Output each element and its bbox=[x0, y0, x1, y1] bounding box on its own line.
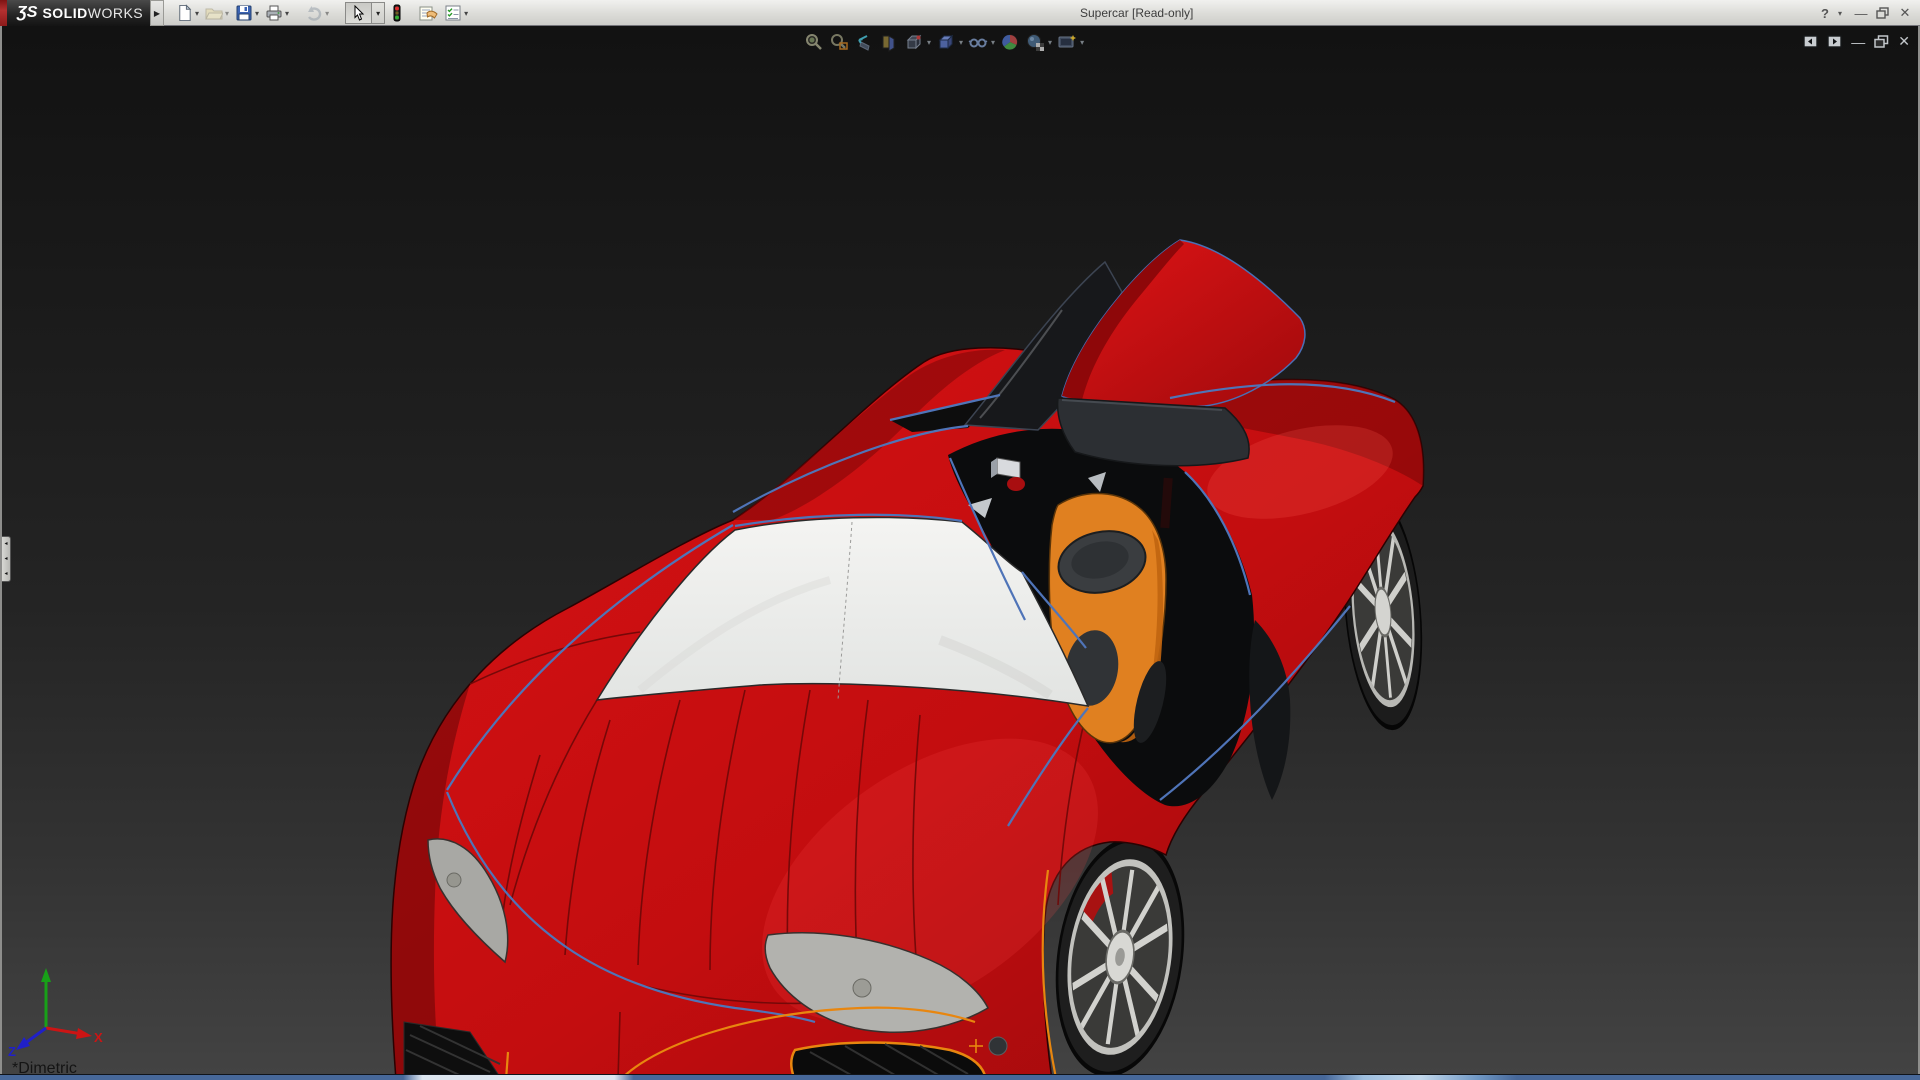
options-dropdown-caret[interactable]: ▾ bbox=[464, 9, 468, 18]
view-settings-icon bbox=[1058, 35, 1077, 48]
brand-red-strip bbox=[0, 0, 7, 26]
zoom-to-area-icon bbox=[831, 34, 848, 50]
feature-tree-collapsed-tab[interactable]: ◂ ◂ ◂ bbox=[2, 536, 11, 582]
headsup-view-toolbar: ▾ ▾ ▾ ▾ ▾ bbox=[804, 32, 1089, 52]
display-style-button[interactable]: ▾ bbox=[936, 32, 963, 52]
apply-scene-button[interactable]: ▾ bbox=[1025, 32, 1052, 52]
document-close-button[interactable]: ✕ bbox=[1898, 33, 1910, 50]
stoplight-button[interactable] bbox=[391, 4, 403, 22]
display-style-caret[interactable]: ▾ bbox=[959, 38, 963, 47]
apply-scene-icon bbox=[1027, 34, 1045, 51]
reference-triad: X Z bbox=[8, 968, 103, 1056]
document-restore-icon bbox=[1874, 35, 1889, 48]
undo-icon bbox=[308, 6, 322, 21]
previous-view-button[interactable] bbox=[854, 32, 874, 52]
new-document-button[interactable]: ▾ bbox=[176, 4, 199, 22]
menu-flyout-button[interactable]: ▶ bbox=[150, 0, 164, 26]
solidworks-logo: ƷS SOLID WORKS bbox=[7, 0, 150, 26]
view-orientation-icon bbox=[906, 34, 922, 50]
options-form-button[interactable]: ▾ bbox=[444, 4, 468, 22]
properties-sheet-icon bbox=[419, 6, 438, 21]
collapse-arrow-icon: ◂ bbox=[4, 570, 8, 577]
collapse-arrow-icon: ◂ bbox=[4, 555, 8, 562]
logo-text-solid: SOLID bbox=[42, 5, 88, 21]
titlebar: ƷS SOLID WORKS ▶ ▾ ▾ ▾ ▾ ▾ ▾ ▾ Supercar … bbox=[0, 0, 1920, 26]
left-headlight-lamp bbox=[446, 872, 462, 888]
rearview-mirror bbox=[996, 457, 1021, 479]
print-button[interactable]: ▾ bbox=[265, 4, 289, 22]
new-dropdown-caret[interactable]: ▾ bbox=[195, 9, 199, 18]
triad-x-label: X bbox=[94, 1030, 103, 1045]
collapse-arrow-icon: ◂ bbox=[4, 541, 8, 548]
help-dropdown-caret[interactable]: ▾ bbox=[1838, 9, 1848, 18]
pane-left-button[interactable] bbox=[1803, 35, 1818, 48]
statusbar-sliver bbox=[0, 1074, 1920, 1080]
ds-logo-icon: ƷS bbox=[17, 4, 38, 21]
flyout-arrow-icon: ▶ bbox=[153, 8, 161, 18]
stoplight-icon bbox=[393, 4, 401, 22]
view-orientation-button[interactable]: ▾ bbox=[904, 32, 931, 52]
restore-icon bbox=[1876, 7, 1889, 19]
interior-red-detail bbox=[1007, 477, 1025, 491]
save-dropdown-caret[interactable]: ▾ bbox=[255, 9, 259, 18]
select-tool-button[interactable]: ▾ bbox=[345, 2, 386, 24]
window-controls: ? ▾ — ✕ bbox=[1816, 0, 1914, 26]
open-button[interactable]: ▾ bbox=[205, 4, 229, 22]
options-form-icon bbox=[445, 5, 461, 21]
previous-view-icon bbox=[858, 35, 870, 51]
section-view-icon bbox=[882, 35, 895, 52]
view-settings-caret[interactable]: ▾ bbox=[1080, 38, 1084, 47]
graphics-viewport[interactable]: ▾ ▾ ▾ ▾ ▾ — ✕ ◂ ◂ ◂ X Z *Dimetric bbox=[0, 26, 1920, 1074]
document-restore-button[interactable] bbox=[1874, 35, 1889, 48]
zoom-to-fit-icon bbox=[806, 34, 822, 50]
hide-show-caret[interactable]: ▾ bbox=[991, 38, 995, 47]
properties-button[interactable] bbox=[419, 4, 438, 22]
triad-z-label: Z bbox=[8, 1044, 16, 1056]
help-button[interactable]: ? bbox=[1816, 6, 1834, 21]
select-cursor-icon bbox=[354, 5, 364, 21]
edit-appearance-icon bbox=[1002, 34, 1018, 50]
pane-right-button[interactable] bbox=[1827, 35, 1842, 48]
window-title: Supercar [Read-only] bbox=[1080, 6, 1194, 20]
zoom-to-area-button[interactable] bbox=[829, 32, 849, 52]
section-view-button[interactable] bbox=[879, 32, 899, 52]
view-orientation-label: *Dimetric bbox=[12, 1060, 77, 1074]
pane-left-icon bbox=[1803, 35, 1818, 48]
zoom-to-fit-button[interactable] bbox=[804, 32, 824, 52]
print-icon bbox=[266, 5, 282, 21]
select-dropdown-caret[interactable]: ▾ bbox=[371, 2, 386, 24]
close-button[interactable]: ✕ bbox=[1896, 5, 1914, 21]
view-orientation-caret[interactable]: ▾ bbox=[927, 38, 931, 47]
supercar-3d-model bbox=[390, 239, 1425, 1074]
right-headlight-lamp bbox=[852, 978, 872, 998]
view-settings-button[interactable]: ▾ bbox=[1057, 32, 1084, 52]
print-dropdown-caret[interactable]: ▾ bbox=[285, 9, 289, 18]
open-folder-icon bbox=[205, 8, 224, 20]
pane-right-icon bbox=[1827, 35, 1842, 48]
undo-dropdown-caret[interactable]: ▾ bbox=[325, 9, 329, 18]
document-window-controls: — ✕ bbox=[1803, 33, 1910, 50]
fog-lamp bbox=[988, 1036, 1008, 1056]
display-style-icon bbox=[938, 34, 954, 50]
save-button[interactable]: ▾ bbox=[235, 4, 259, 22]
hide-show-items-button[interactable]: ▾ bbox=[968, 32, 995, 52]
apply-scene-caret[interactable]: ▾ bbox=[1048, 38, 1052, 47]
minimize-button[interactable]: — bbox=[1852, 6, 1870, 21]
restore-button[interactable] bbox=[1874, 7, 1892, 19]
document-minimize-button[interactable]: — bbox=[1851, 34, 1865, 50]
new-document-icon bbox=[179, 4, 192, 22]
door-inner-panel bbox=[1056, 397, 1250, 467]
edit-appearance-button[interactable] bbox=[1000, 32, 1020, 52]
save-floppy-icon bbox=[236, 5, 252, 21]
window-border-left bbox=[0, 26, 2, 1074]
undo-button[interactable]: ▾ bbox=[305, 4, 329, 22]
logo-text-works: WORKS bbox=[87, 5, 144, 21]
standard-toolbar: ▾ ▾ ▾ ▾ ▾ ▾ ▾ bbox=[176, 0, 474, 26]
open-dropdown-caret[interactable]: ▾ bbox=[225, 9, 229, 18]
hide-show-items-icon bbox=[968, 38, 988, 48]
